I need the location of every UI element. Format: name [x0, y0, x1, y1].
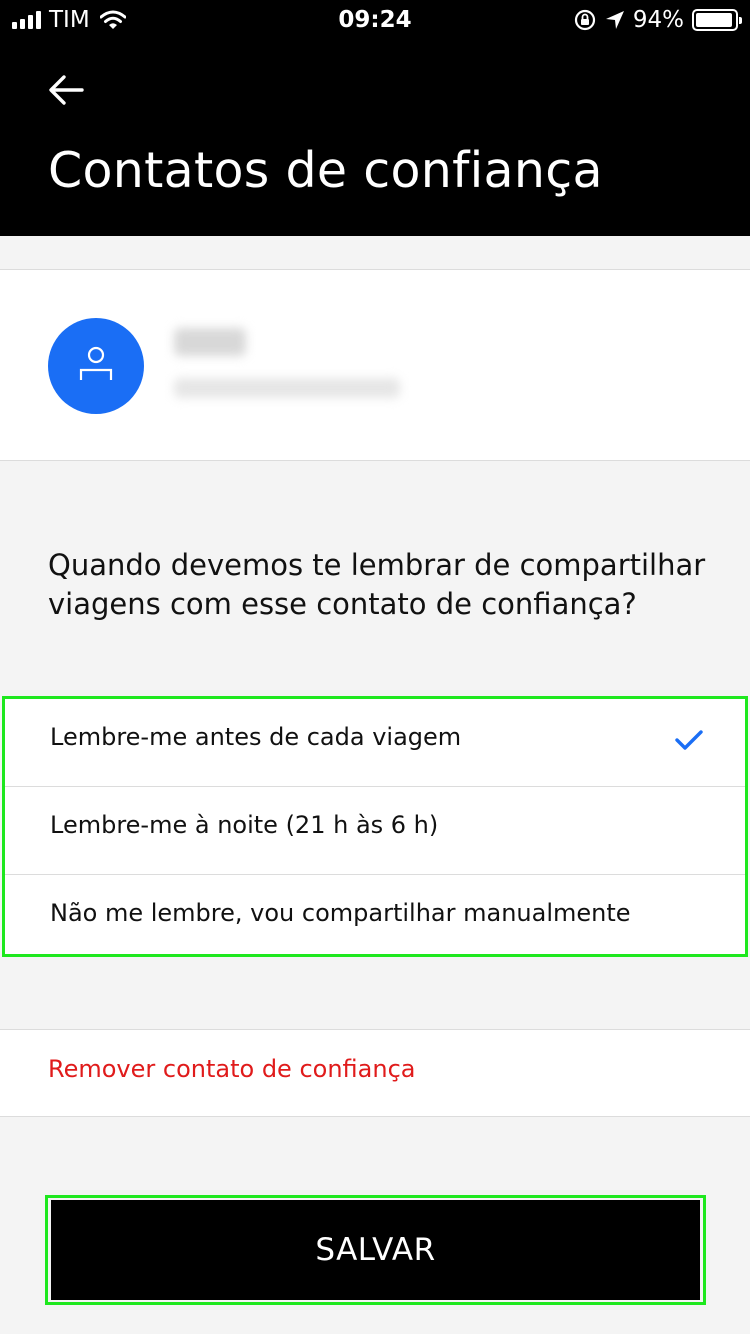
arrow-left-icon — [49, 75, 84, 105]
person-icon — [79, 346, 113, 380]
back-button[interactable] — [46, 70, 90, 114]
rotation-lock-icon — [574, 9, 595, 31]
page-title: Contatos de confiança — [48, 142, 603, 199]
checkmark-icon — [675, 730, 703, 750]
contact-phone-redacted — [174, 378, 400, 398]
status-right: 94% — [573, 7, 742, 33]
option-manual[interactable]: Não me lembre, vou compartilhar manualme… — [5, 875, 745, 963]
status-bar: TIM 09:24 94% — [0, 0, 750, 40]
reminder-question: Quando devemos te lembrar de compartilha… — [48, 548, 706, 621]
contact-name-redacted — [174, 328, 246, 356]
contact-card — [0, 269, 750, 461]
remove-contact-button[interactable]: Remover contato de confiança — [0, 1029, 750, 1117]
save-button[interactable]: SALVAR — [51, 1200, 700, 1300]
option-label: Lembre-me à noite (21 h às 6 h) — [50, 811, 439, 839]
option-label: Lembre-me antes de cada viagem — [50, 723, 462, 751]
option-before-each-trip[interactable]: Lembre-me antes de cada viagem — [5, 699, 745, 787]
app-header: TIM 09:24 94% Contatos de confiança — [0, 0, 750, 236]
option-at-night[interactable]: Lembre-me à noite (21 h às 6 h) — [5, 787, 745, 875]
option-label: Não me lembre, vou compartilhar manualme… — [50, 899, 631, 927]
avatar — [48, 318, 144, 414]
reminder-options: Lembre-me antes de cada viagem Lembre-me… — [2, 696, 748, 957]
location-arrow-icon — [605, 11, 624, 29]
remove-contact-label: Remover contato de confiança — [48, 1055, 416, 1083]
battery-icon — [692, 9, 742, 31]
battery-level — [696, 13, 732, 27]
battery-percent: 94% — [632, 7, 684, 33]
